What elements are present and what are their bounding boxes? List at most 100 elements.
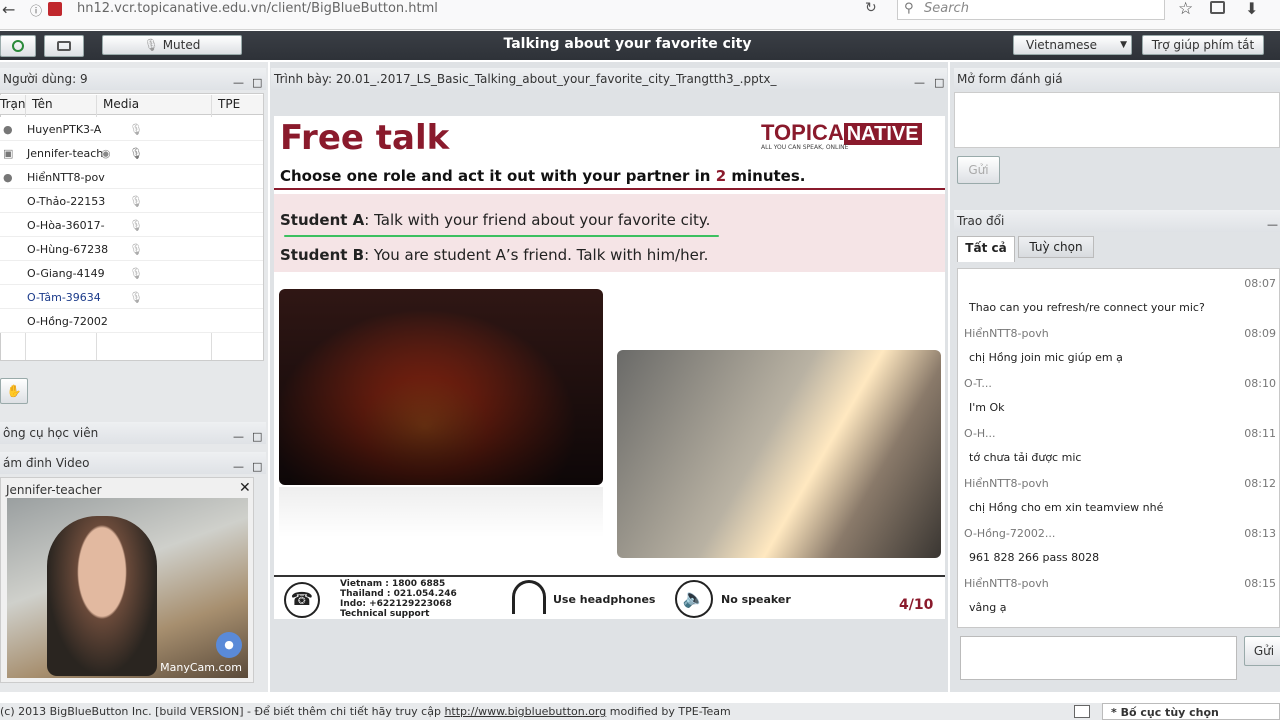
back-icon[interactable]: ←	[2, 0, 15, 19]
user-row[interactable]: ● HuyenPTK3-A 🎙	[0, 117, 263, 141]
meeting-title: Talking about your favorite city	[503, 36, 752, 52]
user-row[interactable]: O-Tâm-39634 🎙	[0, 285, 263, 309]
headset-icon	[12, 40, 24, 52]
city-photo-street	[617, 350, 941, 558]
raise-hand-button[interactable]: ✋	[0, 378, 28, 404]
student-a: Student A: Talk with your friend about y…	[280, 211, 711, 229]
footer-link[interactable]: http://www.bigbluebutton.org	[444, 705, 606, 718]
no-speaker-icon: 🔈	[675, 580, 713, 618]
shortcut-help-button[interactable]: Trợ giúp phím tắt	[1142, 35, 1264, 55]
minimize-icon[interactable]: —	[233, 426, 244, 448]
muted-button[interactable]: 🎙 Muted	[102, 35, 242, 55]
webcam-window: Jennifer-teacher ✕ ManyCam.com ●	[0, 477, 254, 683]
mic-muted-icon: 🎙	[129, 291, 143, 304]
audio-button[interactable]	[0, 35, 36, 57]
users-title: Người dùng: 9	[3, 72, 88, 86]
muted-label: Muted	[162, 38, 201, 52]
url-bar[interactable]: hn12.vcr.topicanative.edu.vn/client/BigB…	[55, 0, 860, 20]
user-row[interactable]: ▣ Jennifer-teach ◉ 🎙	[0, 141, 263, 165]
user-row[interactable]: O-Thảo-22153 🎙	[0, 189, 263, 213]
user-name: HiểnNTT8-pov	[27, 171, 105, 184]
layout-icon[interactable]	[1074, 705, 1090, 718]
footer-divider	[274, 575, 945, 577]
hand-icon: ✋	[6, 384, 22, 398]
mic-muted-icon: 🎙	[129, 195, 143, 208]
user-name: O-Tâm-39634	[27, 291, 101, 304]
user-name: O-Thảo-22153	[27, 195, 106, 208]
tools-title: ông cụ học viên	[3, 426, 99, 440]
video-title: ám đinh Video	[3, 456, 90, 470]
person-image	[47, 516, 157, 676]
reading-list-icon[interactable]	[1210, 1, 1225, 14]
slide-instruction: Choose one role and act it out with your…	[280, 167, 806, 185]
users-panel-header: Người dùng: 9 — □	[0, 68, 266, 90]
no-speaker-label: No speaker	[721, 593, 791, 606]
phone-icon: ☎	[284, 582, 320, 618]
minimize-icon[interactable]: —	[914, 72, 925, 94]
col-status[interactable]: Trạn	[0, 97, 25, 111]
slide: Free talk TOPICA NATIVE ALL YOU CAN SPEAK…	[274, 116, 945, 619]
maximize-icon[interactable]: □	[252, 426, 262, 448]
brand-topica: TOPICA	[761, 120, 844, 145]
user-icon: ●	[3, 123, 13, 136]
user-row[interactable]: O-Hồng-72002	[0, 309, 263, 333]
user-name: O-Hùng-67238	[27, 243, 109, 256]
headphones-icon	[512, 580, 546, 614]
footer: (c) 2013 BigBlueButton Inc. [build VERSI…	[0, 703, 1280, 720]
user-row[interactable]: ● HiểnNTT8-pov	[0, 165, 263, 189]
slide-heading: Free talk	[280, 118, 450, 158]
chat-bubble-icon[interactable]: ●	[216, 632, 242, 658]
user-name: O-Hòa-36017-	[27, 219, 105, 232]
presentation-header: Trình bày: 20.01_.2017_LS_Basic_Talking_…	[271, 68, 947, 90]
city-photo-night	[279, 289, 603, 485]
star-icon[interactable]: ☆	[1178, 0, 1193, 19]
minimize-icon[interactable]: —	[1267, 214, 1278, 236]
mic-muted-icon: 🎙	[129, 219, 143, 232]
search-icon: ⚲	[904, 1, 914, 16]
support-info: Vietnam : 1800 6885 Thailand : 021.054.24…	[340, 579, 457, 619]
footer-suffix: modified by TPE-Team	[606, 705, 731, 718]
close-icon[interactable]: ✕	[239, 480, 251, 496]
user-row[interactable]: O-Giang-4149 🎙	[0, 261, 263, 285]
mic-muted-icon: 🎙	[143, 38, 159, 52]
eval-send-button[interactable]: Gửi	[957, 156, 1000, 184]
user-icon: ●	[3, 171, 13, 184]
eval-title: Mở form đánh giá	[957, 72, 1063, 86]
eval-header: Mở form đánh giá	[954, 68, 1280, 90]
layout-select[interactable]: * Bố cục tùy chọn	[1102, 703, 1280, 720]
chat-send-button[interactable]: Gửi	[1244, 636, 1280, 666]
video-panel-header: ám đinh Video — □	[0, 452, 266, 474]
footer-text: (c) 2013 BigBlueButton Inc. [build VERSI…	[0, 705, 445, 718]
maximize-icon[interactable]: □	[252, 72, 262, 94]
tools-panel-header: ông cụ học viên — □	[0, 422, 266, 444]
chat-input[interactable]	[960, 636, 1237, 680]
presenter-icon: ▣	[3, 147, 14, 160]
brand-tagline: ALL YOU CAN SPEAK, ONLINE	[761, 144, 849, 151]
webcam-button[interactable]	[44, 35, 84, 57]
minimize-icon[interactable]: —	[233, 72, 244, 94]
user-row[interactable]: O-Hòa-36017- 🎙	[0, 213, 263, 237]
col-tpe[interactable]: TPE	[218, 97, 240, 111]
brand-native: NATIVE	[843, 123, 922, 145]
reload-icon[interactable]: ↻	[865, 0, 877, 16]
chat-header: Trao đổi —	[954, 210, 1280, 232]
user-row[interactable]: O-Hùng-67238 🎙	[0, 237, 263, 261]
tab-all[interactable]: Tất cả	[957, 236, 1015, 262]
language-select[interactable]: Vietnamese ▼	[1013, 35, 1132, 55]
info-icon[interactable]: ⓘ	[30, 2, 42, 19]
user-name: O-Giang-4149	[27, 267, 105, 280]
download-icon[interactable]: ⬇	[1245, 0, 1258, 18]
eval-area	[954, 92, 1280, 148]
search-input[interactable]: Search	[897, 0, 1165, 20]
maximize-icon[interactable]: □	[934, 72, 944, 94]
language-value: Vietnamese	[1026, 38, 1098, 52]
maximize-icon[interactable]: □	[252, 456, 262, 478]
users-table-header: Trạn Tên Media TPE	[0, 95, 263, 115]
tab-options[interactable]: Tuỳ chọn	[1018, 236, 1094, 258]
minimize-icon[interactable]: —	[233, 456, 244, 478]
mic-muted-icon: 🎙	[129, 267, 143, 280]
webcam-video: ManyCam.com ●	[7, 498, 248, 678]
col-name[interactable]: Tên	[32, 97, 53, 111]
browser-bar: ← ⓘ hn12.vcr.topicanative.edu.vn/client/…	[0, 0, 1280, 30]
col-media[interactable]: Media	[103, 97, 139, 111]
